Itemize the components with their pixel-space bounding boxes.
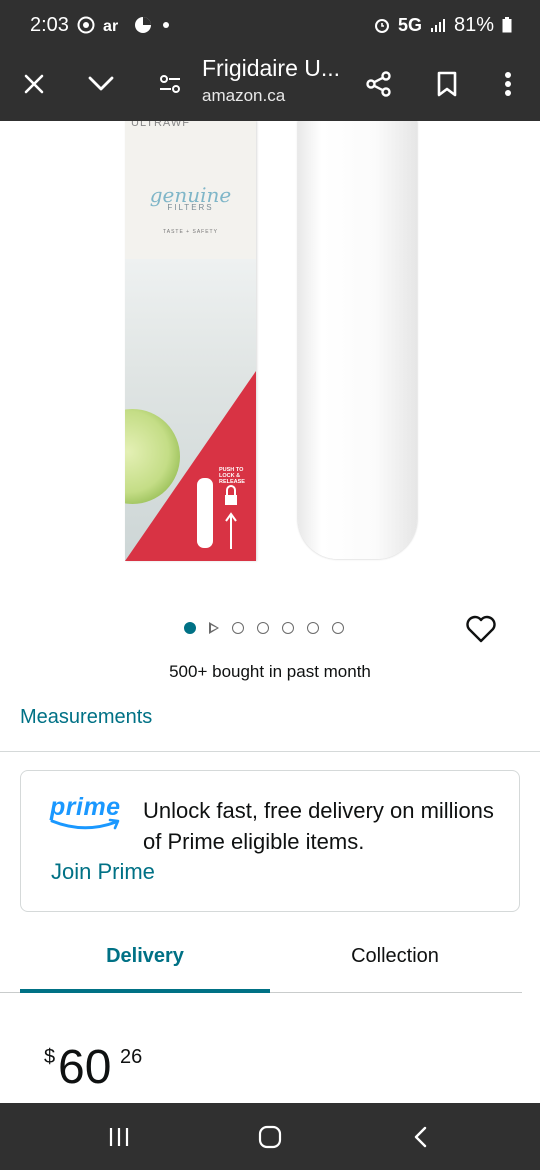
more-vert-icon[interactable]: [484, 60, 532, 108]
chevron-down-icon[interactable]: [77, 60, 125, 108]
image-carousel-indicator[interactable]: [184, 620, 344, 636]
price-fraction: 26: [120, 1046, 143, 1068]
prime-logo-text: prime: [50, 793, 121, 821]
carousel-dot[interactable]: [307, 622, 319, 634]
svg-text:a: a: [103, 18, 112, 34]
back-icon[interactable]: [397, 1115, 445, 1159]
active-tab-indicator: [20, 989, 270, 993]
video-play-icon[interactable]: [209, 622, 219, 634]
close-icon[interactable]: [10, 60, 58, 108]
network-label: 5G: [397, 14, 422, 35]
browser-toolbar: Frigidaire U... amazon.ca: [0, 50, 540, 121]
prime-card[interactable]: prime Unlock fast, free delivery on mill…: [20, 770, 520, 912]
svg-text:r: r: [112, 18, 118, 34]
heart-icon[interactable]: [464, 612, 498, 646]
tab-collection[interactable]: Collection: [270, 945, 520, 968]
measurements-link[interactable]: Measurements: [20, 706, 152, 729]
carousel-dot[interactable]: [282, 622, 294, 634]
status-bar: 2:03 ar 5G 81%: [0, 0, 540, 50]
share-icon[interactable]: [355, 60, 403, 108]
signal-icon: [430, 17, 446, 33]
battery-percent: 81%: [453, 13, 494, 36]
price-whole: 60: [58, 1041, 112, 1094]
filter-cartridge-image: [298, 121, 417, 559]
join-prime-link[interactable]: Join Prime: [51, 859, 155, 885]
bought-count: 500+ bought in past month: [169, 662, 371, 681]
tune-icon[interactable]: [146, 60, 194, 108]
product-image[interactable]: ULTRAWF genuine FILTERS TASTE + SAFETY P…: [0, 121, 540, 591]
carousel-dot[interactable]: [257, 622, 269, 634]
page-title[interactable]: Frigidaire U...: [202, 55, 340, 82]
system-nav-bar: [0, 1103, 540, 1170]
prime-logo: prime: [50, 793, 124, 832]
cloud-icon: [133, 16, 153, 34]
chrome-icon: [77, 16, 95, 34]
carousel-dot[interactable]: [232, 622, 244, 634]
divider: [0, 751, 540, 752]
status-time: 2:03: [30, 13, 69, 36]
carousel-dot[interactable]: [184, 622, 196, 634]
battery-icon: [502, 17, 512, 33]
home-icon[interactable]: [246, 1115, 294, 1159]
red-corner: [125, 371, 256, 561]
carousel-dot[interactable]: [332, 622, 344, 634]
price-currency: $: [44, 1046, 56, 1068]
recents-icon[interactable]: [95, 1115, 143, 1159]
bookmark-icon[interactable]: [423, 60, 471, 108]
air-icon: ar: [103, 16, 125, 34]
prime-message: Unlock fast, free delivery on millions o…: [143, 798, 494, 854]
box-push-text: PUSH TO LOCK & RELEASE: [219, 467, 245, 485]
alarm-icon: [374, 17, 390, 33]
page-url[interactable]: amazon.ca: [202, 86, 285, 106]
tab-delivery[interactable]: Delivery: [20, 945, 270, 968]
filter-box-image: ULTRAWF genuine FILTERS TASTE + SAFETY P…: [125, 121, 256, 561]
dot-icon: [161, 20, 171, 30]
